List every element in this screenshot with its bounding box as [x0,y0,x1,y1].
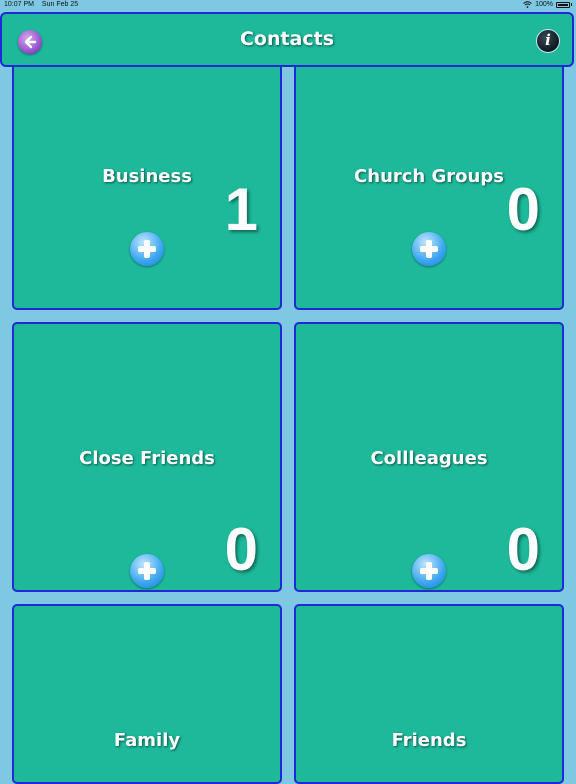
group-tile-business[interactable]: Business 1 [12,28,282,310]
group-name: Collleagues [370,448,488,469]
add-contact-button[interactable] [130,554,164,588]
info-icon: i [545,31,551,49]
group-tile-family[interactable]: Family [12,604,282,784]
group-count: 0 [506,176,540,243]
group-tile-church-groups[interactable]: Church Groups 0 [294,28,564,310]
group-name: Family [113,730,181,751]
page-title: Contacts [239,28,335,50]
group-count: 0 [506,516,540,583]
add-contact-button[interactable] [130,232,164,266]
group-tile-close-friends[interactable]: Close Friends 0 [12,322,282,592]
nav-bar: Contacts i [0,12,574,67]
group-count: 0 [224,516,258,583]
group-name: Close Friends [79,448,215,469]
group-tile-colleagues[interactable]: Collleagues 0 [294,322,564,592]
group-grid: Business 1 Church Groups 0 Close Friends… [0,0,576,784]
group-count: 1 [224,176,258,243]
add-contact-button[interactable] [412,232,446,266]
add-contact-button[interactable] [412,554,446,588]
group-tile-friends[interactable]: Friends [294,604,564,784]
info-button[interactable]: i [536,29,560,53]
group-name: Friends [391,730,467,751]
